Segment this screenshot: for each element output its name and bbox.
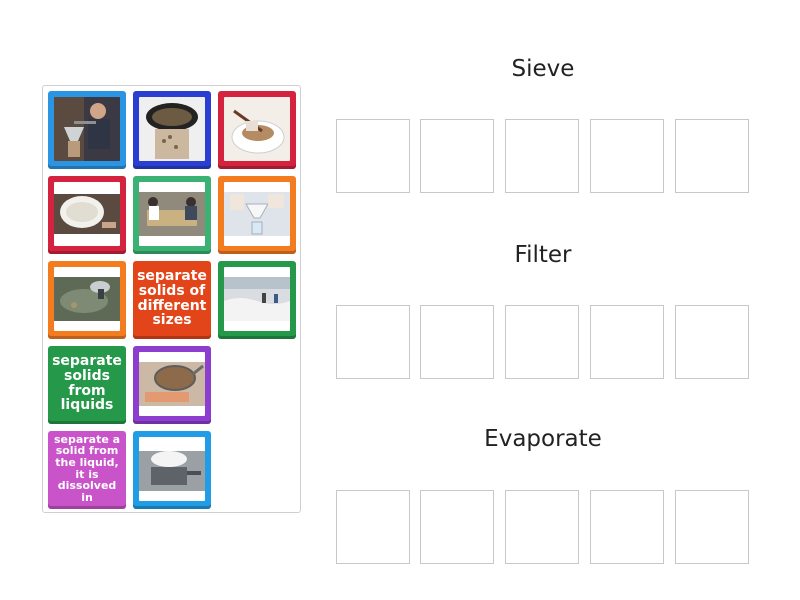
- tile-kitchen-sieve-image[interactable]: [133, 346, 211, 424]
- tile-label: separate solids of different sizes: [137, 268, 207, 329]
- tile-grain-sieve-image[interactable]: [133, 91, 211, 169]
- drop-slot-evaporate-2[interactable]: [420, 490, 494, 564]
- tile-lab-filter-image[interactable]: [218, 176, 296, 254]
- drop-slot-filter-3[interactable]: [505, 305, 579, 379]
- drop-slot-sieve-3[interactable]: [505, 119, 579, 193]
- drop-slot-evaporate-1[interactable]: [336, 490, 410, 564]
- drop-slot-evaporate-5[interactable]: [675, 490, 749, 564]
- drop-slot-sieve-1[interactable]: [336, 119, 410, 193]
- drop-slot-filter-5[interactable]: [675, 305, 749, 379]
- sand-sifting-image: [139, 182, 205, 246]
- item-bank: separate solids of different sizes separ…: [42, 85, 301, 513]
- kitchen-sieve-image: [139, 352, 205, 416]
- tile-sand-sifting-image[interactable]: [133, 176, 211, 254]
- lab-filter-image: [224, 182, 290, 246]
- boiling-pot-image: [139, 437, 205, 501]
- drop-slot-sieve-2[interactable]: [420, 119, 494, 193]
- flour-sieve-image: [54, 182, 120, 246]
- tile-separate-solids-different-sizes[interactable]: separate solids of different sizes: [133, 261, 211, 339]
- pour-over-coffee-image: [54, 97, 120, 161]
- grain-sieve-image: [139, 97, 205, 161]
- drop-slot-filter-2[interactable]: [420, 305, 494, 379]
- group-title-evaporate: Evaporate: [484, 426, 602, 452]
- group-title-sieve: Sieve: [511, 56, 575, 82]
- drop-slot-evaporate-3[interactable]: [505, 490, 579, 564]
- tile-label: separate a solid from the liquid, it is …: [53, 432, 121, 504]
- salt-flats-image: [224, 267, 290, 331]
- tile-flour-sieve-image[interactable]: [48, 176, 126, 254]
- tile-pour-over-coffee-image[interactable]: [48, 91, 126, 169]
- tile-tea-strainer-image[interactable]: [218, 91, 296, 169]
- drop-slot-sieve-5[interactable]: [675, 119, 749, 193]
- tile-boiling-pot-image[interactable]: [133, 431, 211, 509]
- group-title-filter: Filter: [514, 242, 572, 268]
- tea-strainer-image: [224, 97, 290, 161]
- drop-slot-filter-1[interactable]: [336, 305, 410, 379]
- tile-separate-solids-from-liquids[interactable]: separate solids from liquids: [48, 346, 126, 424]
- drop-slot-sieve-4[interactable]: [590, 119, 664, 193]
- drop-slot-filter-4[interactable]: [590, 305, 664, 379]
- drop-slot-evaporate-4[interactable]: [590, 490, 664, 564]
- tile-salt-flats-image[interactable]: [218, 261, 296, 339]
- tile-label: separate solids from liquids: [52, 353, 122, 414]
- tile-separate-solid-dissolved[interactable]: separate a solid from the liquid, it is …: [48, 431, 126, 509]
- gold-panning-image: [54, 267, 120, 331]
- tile-gold-panning-image[interactable]: [48, 261, 126, 339]
